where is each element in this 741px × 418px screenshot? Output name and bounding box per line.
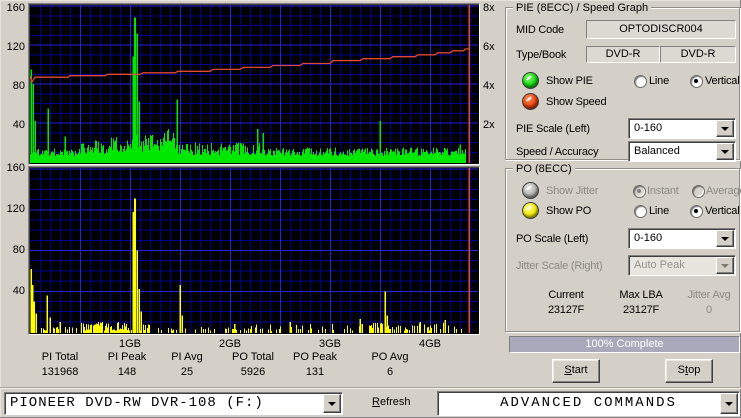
x-axis-label-3gb: 3GB: [318, 338, 341, 350]
type-value: DVD-R: [586, 46, 660, 63]
po-vertical-radio[interactable]: [690, 205, 703, 218]
x-axis-label-1gb: 1GB: [118, 338, 141, 350]
stop-button[interactable]: Stop: [665, 359, 713, 383]
po-y-tick-80: 80: [12, 244, 25, 256]
stat-label: PO Avg: [371, 351, 409, 363]
x-axis-label-2gb: 2GB: [218, 338, 241, 350]
max-lba-label: Max LBA: [619, 289, 663, 301]
jitter-avg-label: Jitter Avg: [687, 289, 731, 301]
show-speed-label: Show Speed: [546, 96, 607, 108]
speed-accuracy-label: Speed / Accuracy: [516, 146, 599, 158]
po-group: PO (8ECC) Show Jitter Instant Average Sh…: [505, 163, 741, 332]
pie-vertical-radio[interactable]: [690, 75, 703, 88]
jitter-instant-label: Instant: [647, 185, 679, 197]
advanced-commands-select[interactable]: ADVANCED COMMANDS: [437, 391, 740, 416]
po-line-label: Line: [649, 205, 669, 217]
stat-po-peak: PO Peak 131: [275, 351, 355, 378]
chevron-down-icon[interactable]: [716, 230, 734, 247]
po-chart: [28, 166, 480, 335]
chevron-down-icon[interactable]: [720, 393, 738, 414]
stat-value: 6: [386, 366, 394, 378]
pie-speed-chart: [28, 3, 480, 165]
po-scale-select[interactable]: 0-160: [628, 228, 736, 249]
drive-select-value: PIONEER DVD-RW DVR-108 (F:): [10, 395, 264, 411]
jitter-scale-select: Auto Peak: [628, 255, 736, 276]
pie-vertical-label: Vertical: [705, 75, 740, 87]
show-jitter-label: Show Jitter: [546, 185, 599, 197]
po-vertical-label: Vertical: [705, 205, 740, 217]
show-jitter-led-button: [522, 182, 539, 199]
chevron-down-icon: [716, 257, 734, 274]
progress-text: 100% Complete: [510, 337, 739, 352]
po-line-radio[interactable]: [634, 205, 647, 218]
mid-code-value: OPTODISCR004: [586, 20, 736, 39]
pie-group-title: PIE (8ECC) / Speed Graph: [513, 2, 652, 14]
jitter-average-label: Average: [706, 185, 741, 197]
current-value: 23127F: [547, 304, 585, 316]
chevron-down-icon[interactable]: [323, 394, 341, 413]
po-group-title: PO (8ECC): [513, 163, 575, 175]
jitter-average-radio: [692, 185, 705, 198]
refresh-button[interactable]: Refresh: [372, 396, 411, 408]
bottom-divider: [0, 387, 741, 389]
pie-speed-group: PIE (8ECC) / Speed Graph MID Code OPTODI…: [505, 2, 740, 162]
pie-y-tick-80: 80: [12, 80, 25, 92]
pie-y-tick-120: 120: [6, 41, 25, 53]
po-y-tick-120: 120: [6, 203, 25, 215]
max-lba-value: 23127F: [622, 304, 660, 316]
mid-code-label: MID Code: [516, 24, 564, 36]
stat-value: 131: [305, 366, 325, 378]
show-po-label: Show PO: [546, 205, 592, 217]
advanced-commands-value: ADVANCED COMMANDS: [500, 395, 677, 411]
po-y-tick-40: 40: [12, 285, 25, 297]
book-value: DVD-R: [660, 46, 736, 63]
pie-line-label: Line: [649, 75, 669, 87]
pie-y-tick-160: 160: [6, 2, 25, 14]
drive-select[interactable]: PIONEER DVD-RW DVR-108 (F:): [4, 392, 343, 415]
type-book-label: Type/Book: [516, 49, 567, 61]
chevron-down-icon[interactable]: [716, 143, 734, 160]
progress-bar: 100% Complete: [509, 336, 740, 353]
x-axis-label-4gb: 4GB: [418, 338, 441, 350]
show-po-led-button[interactable]: [522, 202, 539, 219]
stat-label: PO Peak: [292, 351, 338, 363]
stat-po-avg: PO Avg 6: [350, 351, 430, 378]
pie-y-tick-40: 40: [12, 119, 25, 131]
jitter-instant-radio: [633, 185, 646, 198]
show-speed-led-button[interactable]: [522, 93, 539, 110]
show-pie-led-button[interactable]: [522, 72, 539, 89]
jitter-avg-value: 0: [706, 304, 712, 316]
pie-scale-select[interactable]: 0-160: [628, 118, 736, 139]
pie-scale-label: PIE Scale (Left): [516, 123, 590, 135]
po-y-tick-160: 160: [6, 162, 25, 174]
show-pie-label: Show PIE: [546, 75, 593, 87]
po-scale-label: PO Scale (Left): [516, 233, 589, 245]
start-button[interactable]: Start: [552, 359, 600, 383]
chevron-down-icon[interactable]: [716, 120, 734, 137]
current-label: Current: [548, 289, 584, 301]
pie-line-radio[interactable]: [634, 75, 647, 88]
jitter-scale-label: Jitter Scale (Right): [516, 260, 603, 272]
speed-accuracy-select[interactable]: Balanced: [628, 141, 736, 162]
app-window: 160 120 80 40 8x 6x 4x 2x 160 120 80 40 …: [0, 0, 741, 418]
